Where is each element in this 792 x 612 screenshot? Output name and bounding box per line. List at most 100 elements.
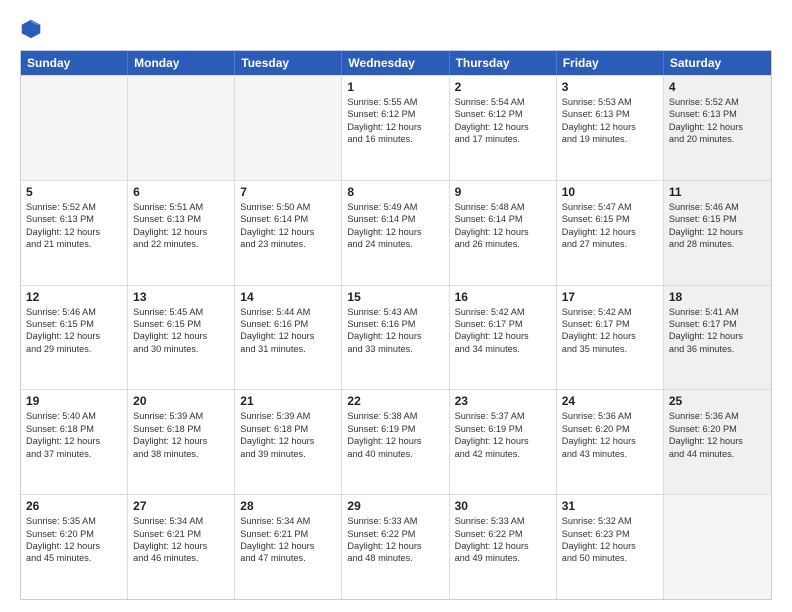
calendar-cell <box>128 76 235 180</box>
day-number: 10 <box>562 185 658 199</box>
day-number: 25 <box>669 394 766 408</box>
cell-info-line: and 35 minutes. <box>562 343 658 355</box>
calendar-cell: 26 Sunrise: 5:35 AMSunset: 6:20 PMDayligh… <box>21 495 128 599</box>
cell-info-line: Daylight: 12 hours <box>240 435 336 447</box>
calendar-cell: 1Sunrise: 5:55 AMSunset: 6:12 PMDaylight… <box>342 76 449 180</box>
calendar-cell: 12Sunrise: 5:46 AMSunset: 6:15 PMDayligh… <box>21 286 128 390</box>
day-number: 3 <box>562 80 658 94</box>
calendar-header-tuesday: Tuesday <box>235 51 342 75</box>
calendar-week-4: 19Sunrise: 5:40 AMSunset: 6:18 PMDayligh… <box>21 389 771 494</box>
calendar-cell: 5Sunrise: 5:52 AMSunset: 6:13 PMDaylight… <box>21 181 128 285</box>
calendar-cell: 27Sunrise: 5:34 AMSunset: 6:21 PMDayligh… <box>128 495 235 599</box>
cell-info-line: and 50 minutes. <box>562 552 658 564</box>
day-number: 27 <box>133 499 229 513</box>
cell-info-line: Daylight: 12 hours <box>455 121 551 133</box>
cell-info-line: Sunset: 6:16 PM <box>347 318 443 330</box>
cell-info-line: Sunset: 6:22 PM <box>347 528 443 540</box>
cell-info-line: and 27 minutes. <box>562 238 658 250</box>
cell-info-line: and 39 minutes. <box>240 448 336 460</box>
cell-info-line: Daylight: 12 hours <box>26 330 122 342</box>
calendar-cell: 11Sunrise: 5:46 AMSunset: 6:15 PMDayligh… <box>664 181 771 285</box>
calendar-cell <box>664 495 771 599</box>
calendar-cell: 29Sunrise: 5:33 AMSunset: 6:22 PMDayligh… <box>342 495 449 599</box>
day-number: 28 <box>240 499 336 513</box>
cell-info-line: and 37 minutes. <box>26 448 122 460</box>
cell-info-line: Sunrise: 5:33 AM <box>347 515 443 527</box>
calendar-cell: 15Sunrise: 5:43 AMSunset: 6:16 PMDayligh… <box>342 286 449 390</box>
calendar-cell: 14 Sunrise: 5:44 AMSunset: 6:16 PMDayligh… <box>235 286 342 390</box>
day-number: 20 <box>133 394 229 408</box>
cell-info-line: Sunrise: 5:32 AM <box>562 515 658 527</box>
day-number: 19 <box>26 394 122 408</box>
cell-info-line: Sunrise: 5:42 AM <box>455 306 551 318</box>
cell-info-line: Sunrise: 5:44 AM <box>240 306 336 318</box>
cell-info-line: Sunset: 6:20 PM <box>562 423 658 435</box>
cell-info-line: Sunset: 6:18 PM <box>133 423 229 435</box>
cell-info-line: Daylight: 12 hours <box>455 540 551 552</box>
cell-info-line: Sunrise: 5:55 AM <box>347 96 443 108</box>
calendar-cell: 16Sunrise: 5:42 AMSunset: 6:17 PMDayligh… <box>450 286 557 390</box>
cell-info-line: Sunset: 6:14 PM <box>347 213 443 225</box>
cell-info-line: Daylight: 12 hours <box>26 540 122 552</box>
cell-info-line: Sunset: 6:22 PM <box>455 528 551 540</box>
day-number: 14 <box>240 290 336 304</box>
calendar-cell: 9Sunrise: 5:48 AMSunset: 6:14 PMDaylight… <box>450 181 557 285</box>
calendar-cell: 25Sunrise: 5:36 AMSunset: 6:20 PMDayligh… <box>664 390 771 494</box>
calendar-cell: 13Sunrise: 5:45 AMSunset: 6:15 PMDayligh… <box>128 286 235 390</box>
calendar-cell: 2Sunrise: 5:54 AMSunset: 6:12 PMDaylight… <box>450 76 557 180</box>
cell-info-line: and 17 minutes. <box>455 133 551 145</box>
cell-info-line: Sunset: 6:16 PM <box>240 318 336 330</box>
calendar-cell: 10Sunrise: 5:47 AMSunset: 6:15 PMDayligh… <box>557 181 664 285</box>
cell-info-line: Sunset: 6:18 PM <box>26 423 122 435</box>
day-number: 26 <box>26 499 122 513</box>
cell-info-line: Sunset: 6:23 PM <box>562 528 658 540</box>
cell-info-line: and 30 minutes. <box>133 343 229 355</box>
calendar-header-friday: Friday <box>557 51 664 75</box>
day-number: 9 <box>455 185 551 199</box>
day-number: 1 <box>347 80 443 94</box>
day-number: 5 <box>26 185 122 199</box>
day-number: 23 <box>455 394 551 408</box>
cell-info-line: Daylight: 12 hours <box>240 330 336 342</box>
cell-info-line: Sunrise: 5:48 AM <box>455 201 551 213</box>
cell-info-line: Sunrise: 5:39 AM <box>133 410 229 422</box>
cell-info-line: Sunrise: 5:35 AM <box>26 515 122 527</box>
cell-info-line: and 46 minutes. <box>133 552 229 564</box>
calendar-header-row: SundayMondayTuesdayWednesdayThursdayFrid… <box>21 51 771 75</box>
cell-info-line: and 31 minutes. <box>240 343 336 355</box>
calendar-week-5: 26Sunrise: 5:35 AMSunset: 6:20 PMDayligh… <box>21 494 771 599</box>
page: SundayMondayTuesdayWednesdayThursdayFrid… <box>0 0 792 612</box>
cell-info-line: Daylight: 12 hours <box>562 226 658 238</box>
cell-info-line: and 47 minutes. <box>240 552 336 564</box>
cell-info-line: Sunrise: 5:47 AM <box>562 201 658 213</box>
cell-info-line: Sunset: 6:17 PM <box>455 318 551 330</box>
cell-info-line: Sunset: 6:21 PM <box>133 528 229 540</box>
logo <box>20 18 46 40</box>
cell-info-line: Daylight: 12 hours <box>347 330 443 342</box>
cell-info-line: Daylight: 12 hours <box>133 435 229 447</box>
cell-info-line: Sunset: 6:14 PM <box>240 213 336 225</box>
calendar-body: 1Sunrise: 5:55 AMSunset: 6:12 PMDaylight… <box>21 75 771 599</box>
cell-info-line: Daylight: 12 hours <box>347 540 443 552</box>
calendar-cell: 21Sunrise: 5:39 AMSunset: 6:18 PMDayligh… <box>235 390 342 494</box>
day-number: 11 <box>669 185 766 199</box>
calendar-cell: 18Sunrise: 5:41 AMSunset: 6:17 PMDayligh… <box>664 286 771 390</box>
cell-info-line: Sunset: 6:13 PM <box>133 213 229 225</box>
cell-info-line: Sunset: 6:21 PM <box>240 528 336 540</box>
day-number: 6 <box>133 185 229 199</box>
cell-info-line: Sunset: 6:13 PM <box>669 108 766 120</box>
cell-info-line: Sunset: 6:20 PM <box>26 528 122 540</box>
cell-info-line: and 19 minutes. <box>562 133 658 145</box>
cell-info-line: Sunrise: 5:50 AM <box>240 201 336 213</box>
cell-info-line: Daylight: 12 hours <box>133 540 229 552</box>
day-number: 7 <box>240 185 336 199</box>
calendar-cell <box>21 76 128 180</box>
calendar-cell: 23Sunrise: 5:37 AMSunset: 6:19 PMDayligh… <box>450 390 557 494</box>
calendar-week-3: 12Sunrise: 5:46 AMSunset: 6:15 PMDayligh… <box>21 285 771 390</box>
cell-info-line: Sunset: 6:18 PM <box>240 423 336 435</box>
day-number: 18 <box>669 290 766 304</box>
cell-info-line: Sunrise: 5:37 AM <box>455 410 551 422</box>
cell-info-line: Daylight: 12 hours <box>240 226 336 238</box>
cell-info-line: and 22 minutes. <box>133 238 229 250</box>
calendar-week-1: 1Sunrise: 5:55 AMSunset: 6:12 PMDaylight… <box>21 75 771 180</box>
